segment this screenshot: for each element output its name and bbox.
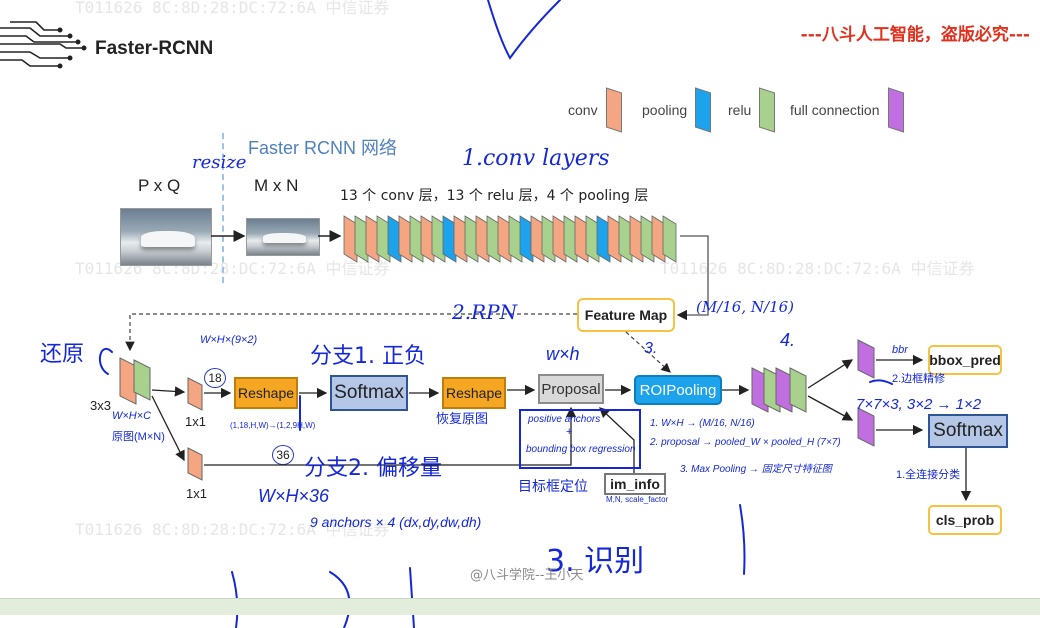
- note-roi-2: 2. proposal → pooled_W × pooled_H (7×7): [650, 437, 841, 448]
- note-m16: (M/16, N/16): [696, 298, 795, 316]
- note-anchors: 9 anchors × 4 (dx,dy,dw,dh): [310, 514, 482, 530]
- note-rpn: 2.RPN: [452, 300, 518, 324]
- note-bbox-reg: bounding box regression: [526, 444, 636, 455]
- arrow-to-cls-fc: [807, 395, 854, 421]
- relu-layer: [662, 215, 677, 263]
- note-roi-1: 1. W×H → (M/16, N/16): [650, 418, 755, 429]
- arrow-to-bbox-fc: [807, 359, 854, 389]
- note-wxh: w×h: [546, 344, 580, 364]
- arrow-rpn-cls: [151, 386, 186, 397]
- footer-bar: [0, 598, 1040, 615]
- note-wxhx36: W×H×36: [258, 486, 330, 506]
- note-shape: (1,18,H,W)→(1,2,9H,W): [230, 421, 316, 430]
- note-bbr-detail: 2.边框精修: [892, 373, 946, 385]
- note-conv-layers: 1.conv layers: [462, 146, 610, 171]
- note-restore: 还原: [40, 342, 85, 367]
- note-whc: W×H×C: [112, 410, 152, 422]
- cls-fc-block: [857, 407, 875, 447]
- note-bbr: bbr: [892, 344, 908, 356]
- relu-block-2: [789, 367, 807, 413]
- note-roi-3: 3. Max Pooling → 固定尺寸特征图: [680, 464, 832, 475]
- note-wxh9x2: W×H×(9×2): [200, 334, 258, 346]
- author-credit: @八斗学院--王小天: [470, 568, 584, 583]
- note-im-info: M,N, scale_factor: [606, 495, 669, 504]
- note-orig-mn: 原图(M×N): [112, 431, 165, 443]
- diagram-canvas: [98, 0, 972, 628]
- note-dims: 7×7×3, 3×2 → 1×2: [856, 396, 982, 413]
- note-step4: 4.: [780, 330, 796, 350]
- conv-layer-stack: [343, 215, 677, 263]
- rpn-cls-conv-block: [187, 377, 203, 411]
- note-restore-shape: 恢复原图: [436, 411, 489, 426]
- note-resize: resize: [192, 152, 247, 173]
- arrow-im-info-to-proposal: [599, 407, 635, 473]
- note-positive-anchors: positive anchors: [528, 414, 601, 425]
- note-step3: 3.: [644, 340, 658, 357]
- bbox-fc-block: [857, 339, 875, 379]
- note-plus: +: [566, 426, 573, 438]
- note-branch1: 分支1. 正负: [310, 344, 426, 369]
- note-target-box: 目标框定位: [518, 478, 588, 494]
- note-branch2: 分支2. 偏移量: [304, 456, 442, 481]
- note-fc: 1.全连接分类: [896, 469, 961, 481]
- rpn-reg-conv-block: [187, 447, 203, 481]
